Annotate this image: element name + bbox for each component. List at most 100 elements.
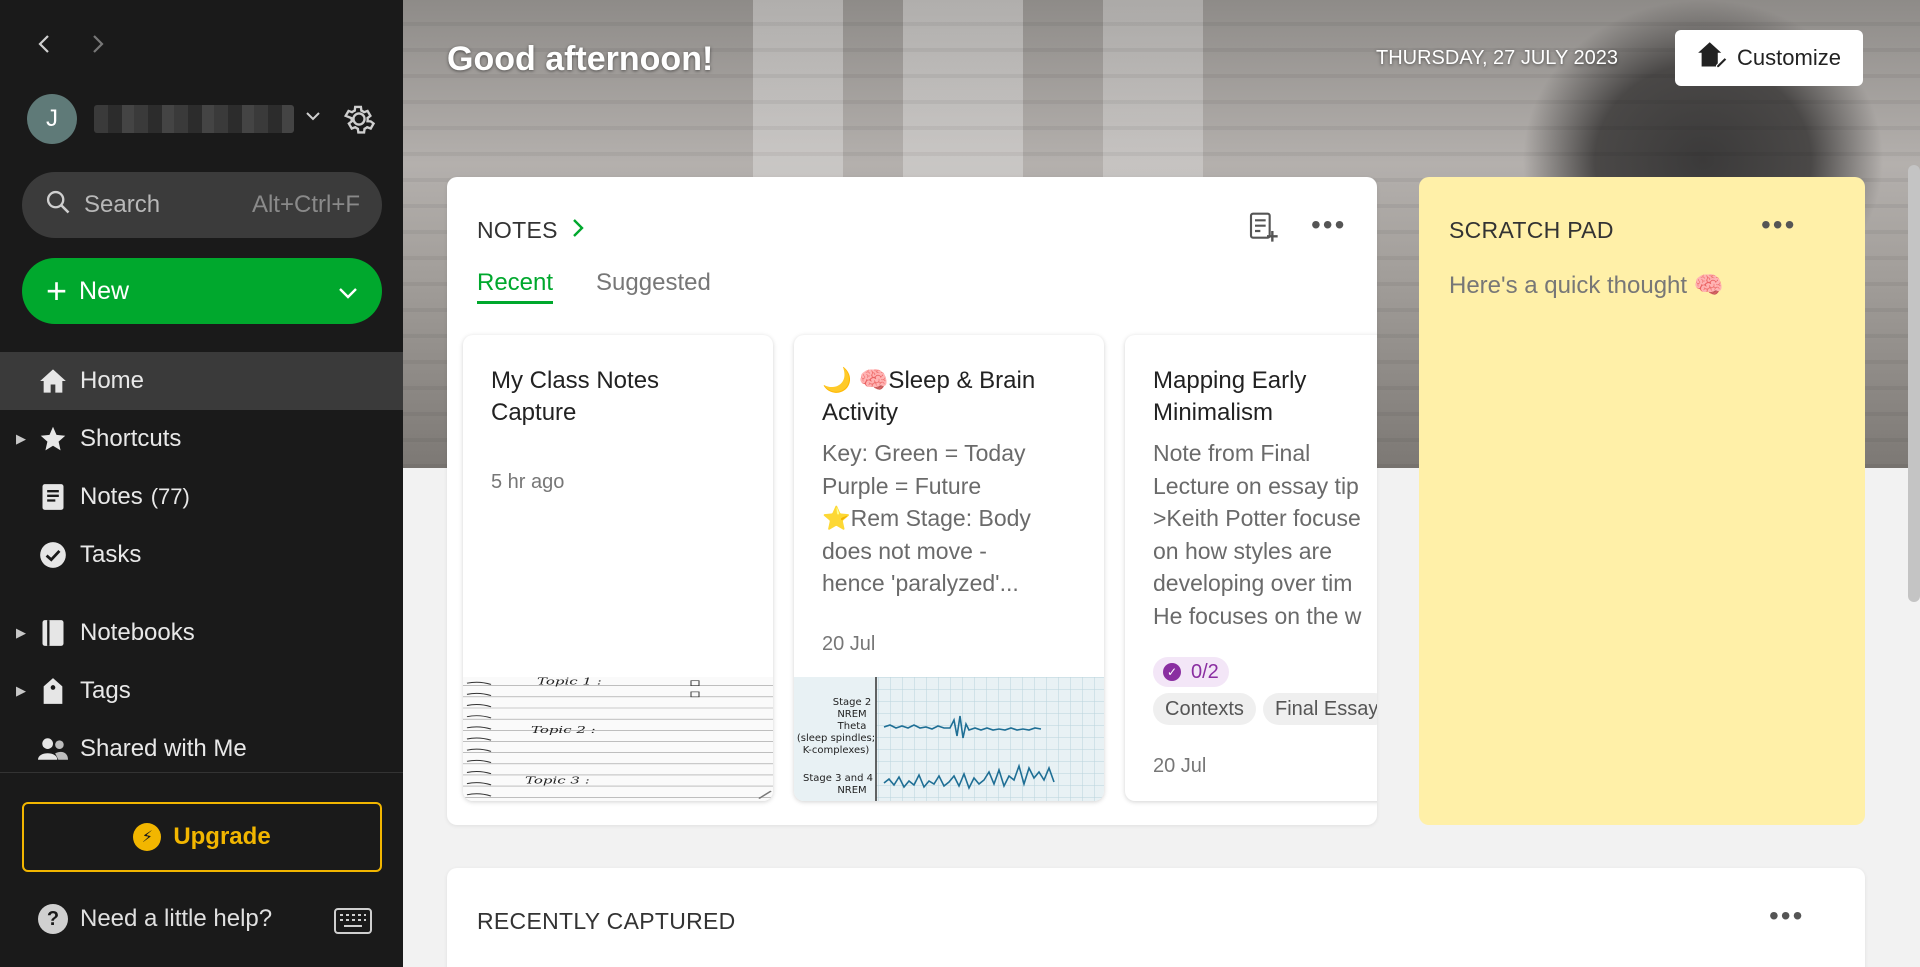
chevron-down-icon[interactable] bbox=[305, 108, 321, 126]
note-card[interactable]: My Class Notes Capture 5 hr ago Topic 1 … bbox=[463, 335, 773, 801]
more-options-icon[interactable]: ••• bbox=[1311, 211, 1346, 239]
thumb-label: Topic 3 : bbox=[525, 775, 590, 786]
snippet-line: ⭐Rem Stage: Body bbox=[822, 505, 1031, 531]
home-edit-icon bbox=[1697, 41, 1728, 75]
sidebar-item-label: Notebooks bbox=[80, 619, 195, 646]
upgrade-label: Upgrade bbox=[173, 823, 271, 850]
search-icon bbox=[44, 188, 72, 223]
snippet-line: Note from Final bbox=[1153, 440, 1311, 466]
upgrade-button[interactable]: ⚡ Upgrade bbox=[22, 802, 382, 872]
note-timestamp: 5 hr ago bbox=[491, 471, 565, 493]
notes-widget-title[interactable]: NOTES bbox=[477, 217, 584, 244]
snippet-line: Lecture on essay tip bbox=[1153, 472, 1359, 499]
scrollbar[interactable] bbox=[1908, 165, 1920, 602]
search-shortcut: Alt+Ctrl+F bbox=[251, 191, 360, 218]
new-button-label: New bbox=[79, 276, 130, 305]
notebook-icon bbox=[38, 618, 68, 648]
task-progress-badge: ✓ 0/2 bbox=[1153, 657, 1229, 687]
snippet-line: >Keith Potter focuse bbox=[1153, 505, 1361, 531]
sidebar-item-label: Tasks bbox=[80, 541, 142, 568]
scratch-pad-text[interactable]: Here's a quick thought 🧠 bbox=[1449, 271, 1724, 300]
sidebar-item-tags[interactable]: ▶ Tags bbox=[0, 662, 403, 720]
chevron-right-icon[interactable] bbox=[572, 218, 584, 244]
sidebar-item-shared-with-me[interactable]: Shared with Me bbox=[0, 720, 403, 778]
snippet-line: does not move - bbox=[822, 537, 987, 564]
search-label: Search bbox=[84, 191, 161, 218]
snippet-line: Key: Green = Today bbox=[822, 440, 1026, 466]
note-snippet: Key: Green = Today Purple = Future ⭐Rem … bbox=[822, 437, 1104, 600]
note-thumbnail-handwritten: Topic 1 : Topic 2 : Topic 3 : bbox=[463, 677, 773, 801]
tag-chip[interactable]: Contexts bbox=[1153, 693, 1256, 725]
snippet-line: Purple = Future bbox=[822, 472, 982, 499]
note-card[interactable]: 🌙 🧠Sleep & Brain Activity Key: Green = T… bbox=[794, 335, 1104, 801]
keyboard-icon[interactable] bbox=[334, 908, 372, 939]
notes-tabs: Recent Suggested bbox=[477, 269, 711, 304]
thumb-label: NREM bbox=[837, 709, 866, 720]
note-title: 🌙 🧠Sleep & Brain Activity bbox=[822, 367, 1036, 426]
customize-label: Customize bbox=[1737, 45, 1841, 70]
expand-caret-icon[interactable]: ▶ bbox=[16, 625, 26, 641]
note-timestamp: 20 Jul bbox=[1153, 755, 1207, 777]
forward-arrow-icon[interactable] bbox=[84, 30, 112, 58]
task-progress: 0/2 bbox=[1191, 660, 1219, 683]
chevron-down-icon[interactable] bbox=[338, 277, 358, 306]
new-button[interactable]: + New bbox=[22, 258, 382, 324]
tab-suggested[interactable]: Suggested bbox=[596, 269, 711, 304]
plus-icon: + bbox=[46, 270, 68, 311]
thumb-label: Stage 3 and 4 bbox=[803, 773, 873, 784]
snippet-line: hence 'paralyzed'... bbox=[822, 570, 1019, 596]
notes-icon bbox=[38, 482, 68, 512]
thumb-label: (sleep spindles; bbox=[797, 733, 875, 744]
sidebar-item-notes[interactable]: Notes (77) bbox=[0, 468, 403, 526]
expand-caret-icon[interactable]: ▶ bbox=[16, 431, 26, 447]
note-timestamp: 20 Jul bbox=[822, 633, 876, 655]
sidebar-item-shortcuts[interactable]: ▶ Shortcuts bbox=[0, 410, 403, 468]
note-title: Mapping Early Minimalism bbox=[1153, 367, 1307, 426]
thumb-label: Theta bbox=[837, 721, 867, 732]
account-switcher[interactable]: J bbox=[27, 94, 320, 144]
gear-icon[interactable] bbox=[340, 100, 378, 143]
back-arrow-icon[interactable] bbox=[30, 30, 58, 58]
notes-count: (77) bbox=[150, 484, 190, 509]
note-thumbnail-eeg-chart: Stage 2 NREM Theta (sleep spindles; K-co… bbox=[794, 677, 1104, 801]
more-options-icon[interactable]: ••• bbox=[1761, 211, 1796, 239]
help-icon: ? bbox=[38, 904, 68, 934]
thumb-label: Topic 1 : bbox=[537, 677, 602, 687]
thumb-label: Topic 2 : bbox=[531, 724, 596, 735]
sidebar-item-label: Shortcuts bbox=[80, 425, 182, 452]
account-name-redacted bbox=[94, 105, 294, 133]
avatar[interactable]: J bbox=[27, 94, 77, 144]
notes-widget-title-text: NOTES bbox=[477, 217, 558, 243]
tag-chip[interactable]: Final Essay bbox=[1263, 693, 1377, 725]
greeting: Good afternoon! bbox=[447, 40, 714, 78]
recently-captured-title: RECENTLY CAPTURED bbox=[477, 908, 736, 934]
sidebar-item-label: Notes bbox=[80, 483, 143, 510]
new-note-icon[interactable] bbox=[1247, 211, 1279, 248]
note-card[interactable]: Mapping Early Minimalism Note from Final… bbox=[1125, 335, 1377, 801]
customize-button[interactable]: Customize bbox=[1675, 30, 1863, 86]
notes-widget: NOTES ••• Recent Suggested My Class Note… bbox=[447, 177, 1377, 825]
check-circle-icon bbox=[38, 540, 68, 570]
note-snippet: Note from Final Lecture on essay tip >Ke… bbox=[1153, 437, 1377, 632]
history-nav bbox=[30, 30, 112, 58]
note-title: My Class Notes Capture bbox=[491, 367, 660, 426]
help-link[interactable]: ? Need a little help? bbox=[38, 904, 272, 934]
thumb-label: NREM bbox=[837, 785, 866, 796]
sidebar-item-home[interactable]: Home bbox=[0, 352, 403, 410]
tab-recent[interactable]: Recent bbox=[477, 269, 554, 304]
scratch-pad-title: SCRATCH PAD bbox=[1449, 217, 1614, 243]
sidebar-item-label: Tags bbox=[80, 677, 131, 704]
recently-captured-widget: RECENTLY CAPTURED ••• bbox=[447, 868, 1865, 967]
scratch-pad-widget: SCRATCH PAD ••• Here's a quick thought 🧠 bbox=[1419, 177, 1865, 825]
sidebar: J Search Alt+Ctrl+F + New Home ▶ Shortcu… bbox=[0, 0, 403, 967]
help-label: Need a little help? bbox=[80, 905, 273, 932]
lightning-icon: ⚡ bbox=[133, 823, 162, 851]
thumb-label: K-complexes) bbox=[803, 745, 870, 756]
sidebar-item-tasks[interactable]: Tasks bbox=[0, 526, 403, 584]
more-options-icon[interactable]: ••• bbox=[1769, 902, 1804, 930]
expand-caret-icon[interactable]: ▶ bbox=[16, 683, 26, 699]
home-main: Good afternoon! THURSDAY, 27 JULY 2023 C… bbox=[403, 0, 1920, 967]
sidebar-item-notebooks[interactable]: ▶ Notebooks bbox=[0, 604, 403, 662]
snippet-line: developing over tim bbox=[1153, 570, 1353, 596]
search-bar[interactable]: Search Alt+Ctrl+F bbox=[22, 172, 382, 238]
